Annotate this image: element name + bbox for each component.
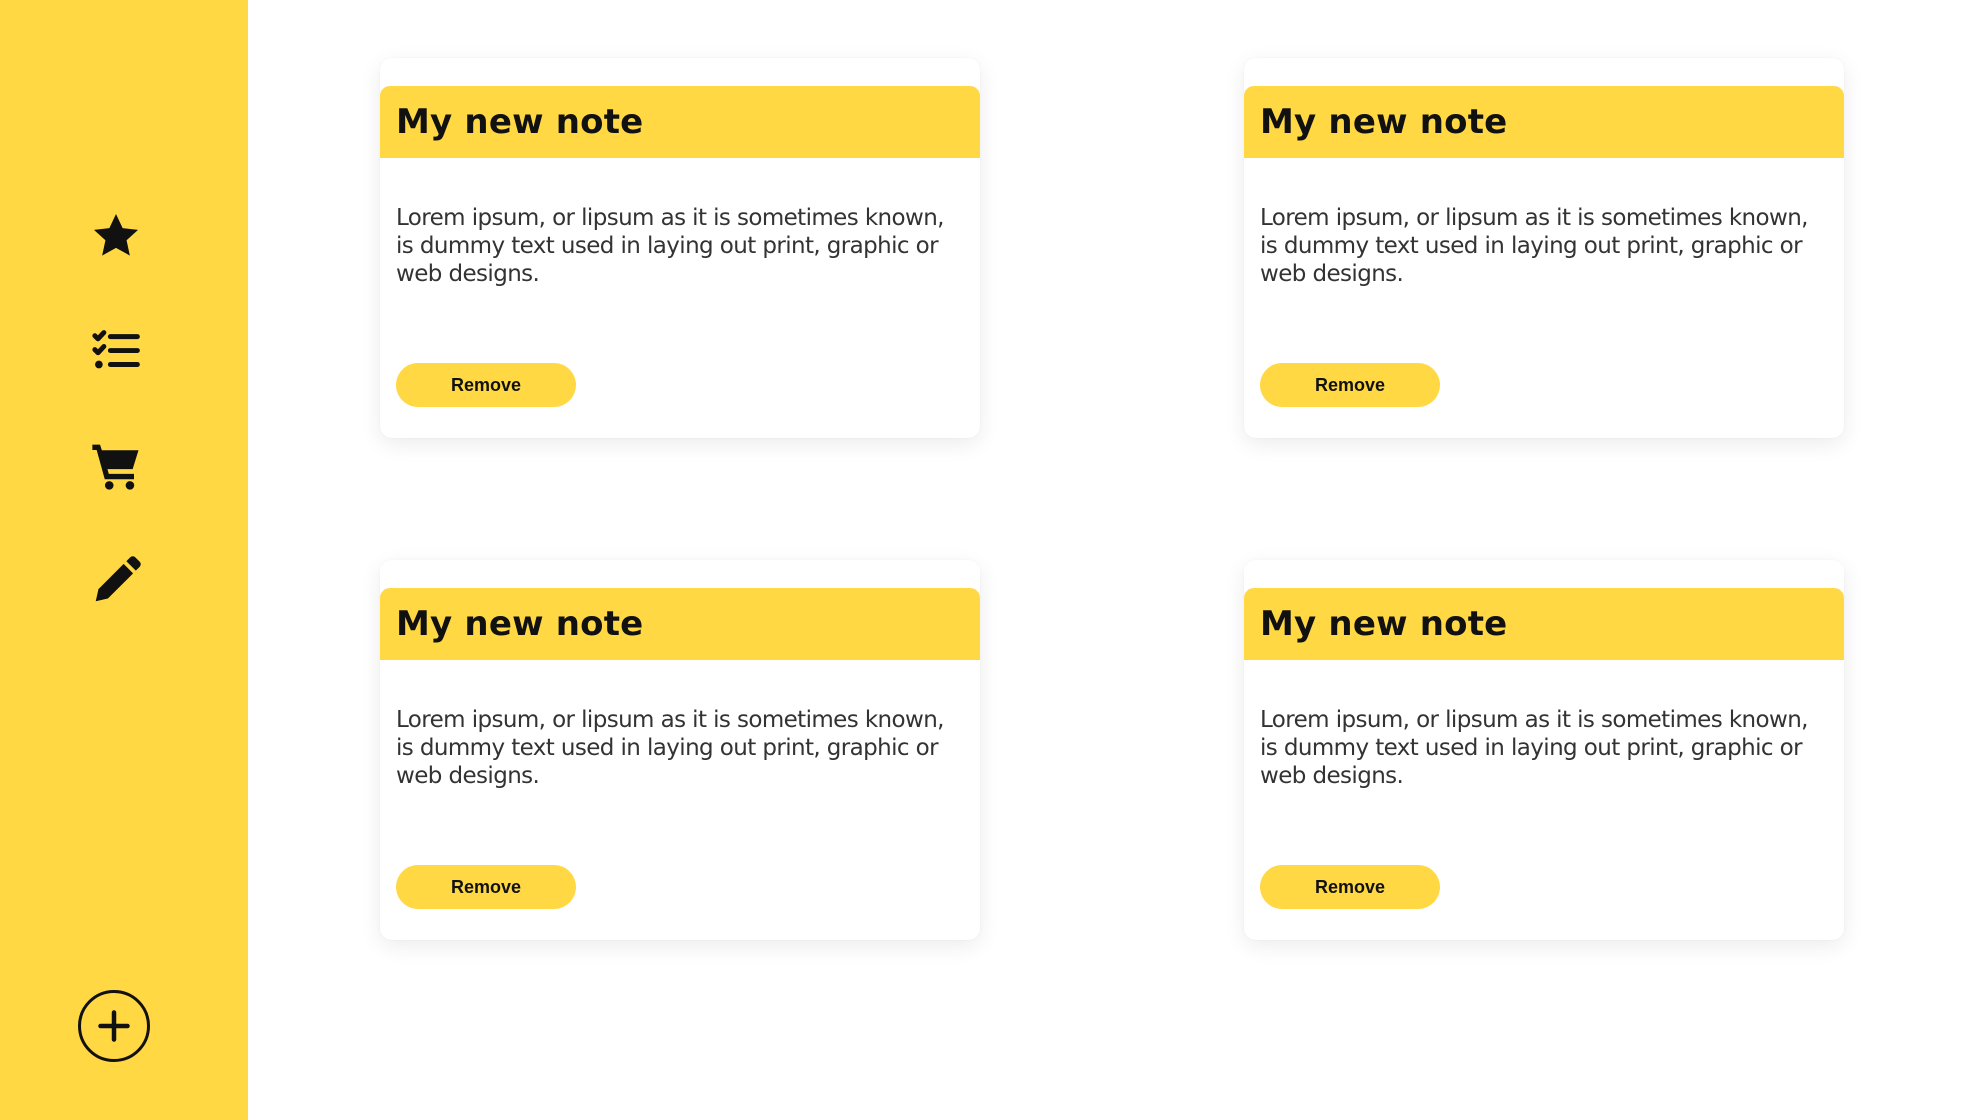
remove-button[interactable]: Remove [1260, 363, 1440, 407]
plus-icon [98, 1010, 130, 1042]
star-icon [93, 213, 139, 256]
note-body: Lorem ipsum, or lipsum as it is sometime… [396, 707, 945, 789]
cart-icon [92, 444, 139, 490]
note-header: My new note [380, 86, 980, 158]
checklist-icon [92, 330, 140, 369]
remove-button[interactable]: Remove [1260, 865, 1440, 909]
note-header: My new note [380, 588, 980, 660]
note-card: My new note Lorem ipsum, or lipsum as it… [1244, 58, 1844, 438]
note-title: My new note [1260, 102, 1508, 142]
note-title: My new note [396, 604, 644, 644]
sidebar-item-shopping[interactable] [86, 436, 146, 496]
note-title: My new note [396, 102, 644, 142]
sidebar-item-favorites[interactable] [86, 206, 146, 266]
sidebar-item-edit[interactable] [86, 551, 146, 611]
note-title: My new note [1260, 604, 1508, 644]
note-body: Lorem ipsum, or lipsum as it is sometime… [396, 205, 945, 287]
note-card: My new note Lorem ipsum, or lipsum as it… [380, 560, 980, 940]
remove-button[interactable]: Remove [396, 363, 576, 407]
add-note-button[interactable] [78, 990, 150, 1062]
note-body: Lorem ipsum, or lipsum as it is sometime… [1260, 707, 1809, 789]
app-window: My new note Lorem ipsum, or lipsum as it… [0, 0, 1970, 1120]
note-body: Lorem ipsum, or lipsum as it is sometime… [1260, 205, 1809, 287]
note-card: My new note Lorem ipsum, or lipsum as it… [1244, 560, 1844, 940]
sidebar [0, 0, 248, 1120]
remove-button[interactable]: Remove [396, 865, 576, 909]
sidebar-item-todo-list[interactable] [86, 321, 146, 381]
note-header: My new note [1244, 86, 1844, 158]
note-header: My new note [1244, 588, 1844, 660]
pencil-icon [95, 556, 141, 602]
notes-area: My new note Lorem ipsum, or lipsum as it… [248, 0, 1970, 1120]
note-card: My new note Lorem ipsum, or lipsum as it… [380, 58, 980, 438]
